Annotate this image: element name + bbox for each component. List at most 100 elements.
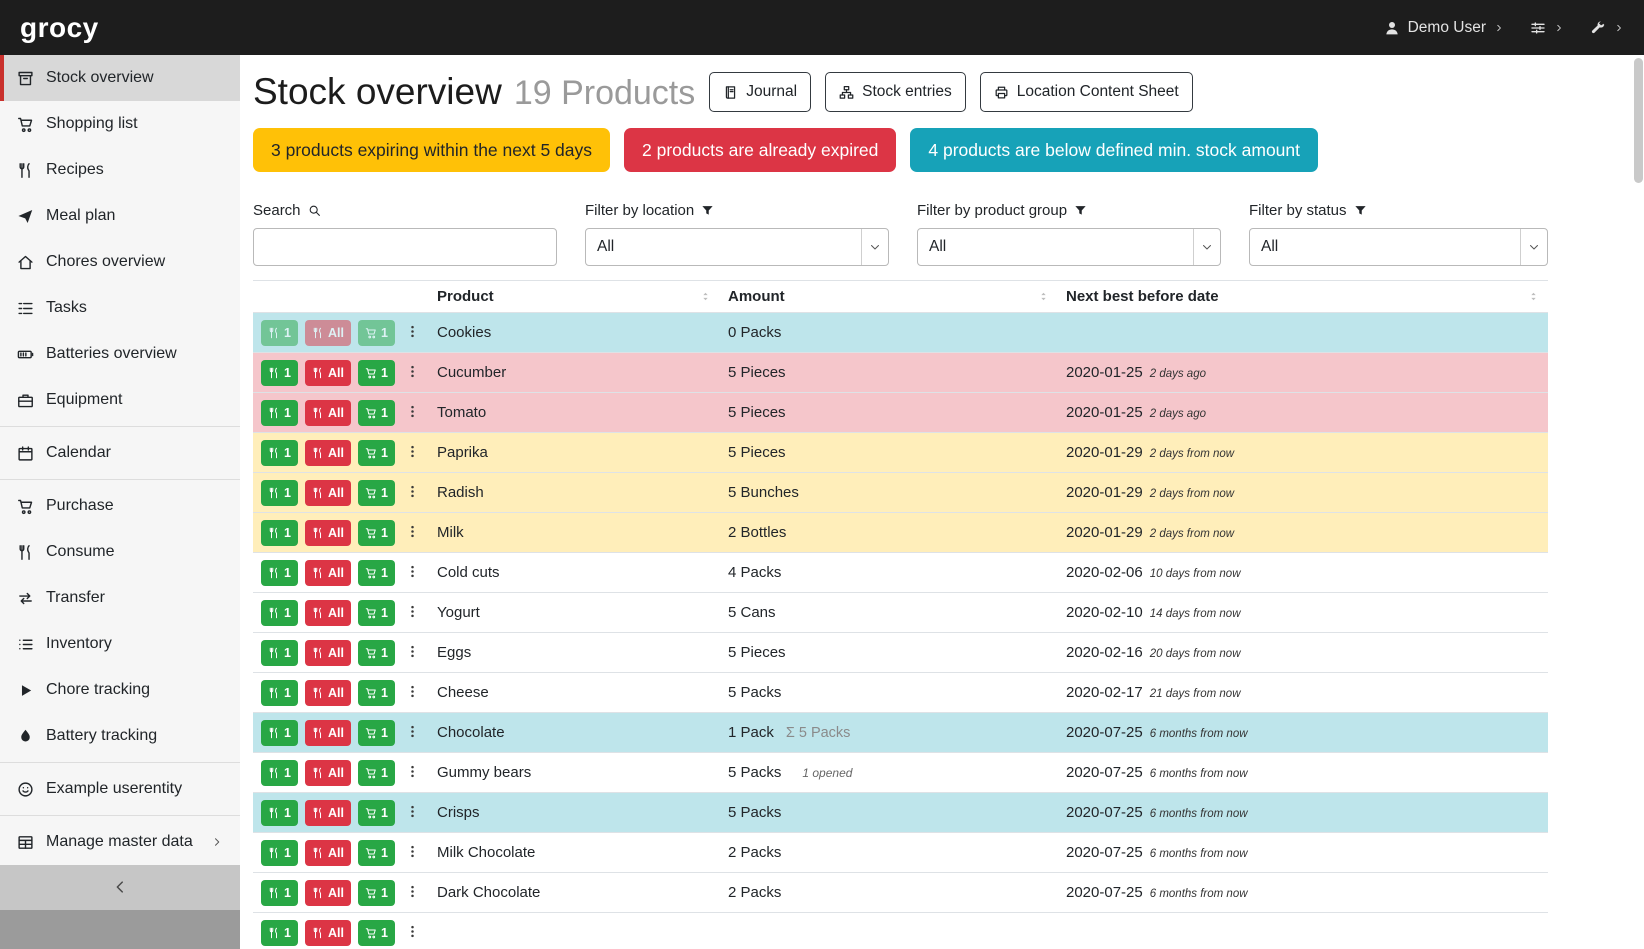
add-to-shopping-list-button[interactable]: 1 [358,640,395,666]
consume-one-button[interactable]: 1 [261,400,298,426]
sidebar-item-transfer[interactable]: Transfer [0,575,240,621]
consume-all-button[interactable]: All [305,400,351,426]
location-filter-select[interactable]: All [585,228,889,266]
consume-all-button[interactable]: All [305,600,351,626]
sidebar-item-chore-tracking[interactable]: Chore tracking [0,667,240,713]
sort-icon[interactable] [1037,290,1050,303]
scrollbar-thumb[interactable] [1634,58,1643,183]
sidebar-collapse-button[interactable] [0,865,240,910]
consume-all-button[interactable]: All [305,520,351,546]
add-to-shopping-list-button[interactable]: 1 [358,880,395,906]
consume-one-button[interactable]: 1 [261,320,298,346]
sidebar-item-batteries-overview[interactable]: Batteries overview [0,331,240,377]
next-best-before-date-column-header[interactable]: Next best before date [1058,281,1548,313]
consume-all-button[interactable]: All [305,880,351,906]
consume-all-button[interactable]: All [305,760,351,786]
row-menu-button[interactable] [402,640,423,666]
consume-one-button[interactable]: 1 [261,640,298,666]
sidebar-item-recipes[interactable]: Recipes [0,147,240,193]
expired-products-banner[interactable]: 2 products are already expired [624,128,896,172]
sort-icon[interactable] [699,290,712,303]
add-to-shopping-list-button[interactable]: 1 [358,680,395,706]
sidebar-item-consume[interactable]: Consume [0,529,240,575]
row-menu-button[interactable] [402,400,423,426]
row-menu-button[interactable] [402,680,423,706]
sidebar-item-meal-plan[interactable]: Meal plan [0,193,240,239]
consume-all-button[interactable]: All [305,920,351,946]
row-menu-button[interactable] [402,880,423,906]
product-column-header[interactable]: Product [429,281,720,313]
row-menu-button[interactable] [402,800,423,826]
consume-one-button[interactable]: 1 [261,920,298,946]
row-menu-button[interactable] [402,360,423,386]
search-input[interactable] [253,228,557,266]
row-menu-button[interactable] [402,840,423,866]
row-menu-button[interactable] [402,440,423,466]
location-content-sheet-button[interactable]: Location Content Sheet [980,72,1193,112]
consume-all-button[interactable]: All [305,480,351,506]
consume-all-button[interactable]: All [305,840,351,866]
sidebar-item-battery-tracking[interactable]: Battery tracking [0,713,240,759]
sidebar-item-inventory[interactable]: Inventory [0,621,240,667]
sidebar-item-shopping-list[interactable]: Shopping list [0,101,240,147]
row-menu-button[interactable] [402,560,423,586]
sidebar-item-calendar[interactable]: Calendar [0,430,240,476]
row-menu-button[interactable] [402,760,423,786]
sidebar-item-equipment[interactable]: Equipment [0,377,240,423]
consume-all-button[interactable]: All [305,440,351,466]
expiring-products-banner[interactable]: 3 products expiring within the next 5 da… [253,128,610,172]
row-menu-button[interactable] [402,520,423,546]
consume-all-button[interactable]: All [305,800,351,826]
consume-all-button[interactable]: All [305,680,351,706]
add-to-shopping-list-button[interactable]: 1 [358,920,395,946]
add-to-shopping-list-button[interactable]: 1 [358,840,395,866]
add-to-shopping-list-button[interactable]: 1 [358,320,395,346]
add-to-shopping-list-button[interactable]: 1 [358,600,395,626]
consume-all-button[interactable]: All [305,720,351,746]
consume-all-button[interactable]: All [305,360,351,386]
consume-one-button[interactable]: 1 [261,880,298,906]
consume-one-button[interactable]: 1 [261,560,298,586]
below-min-stock-banner[interactable]: 4 products are below defined min. stock … [910,128,1318,172]
sidebar-item-manage-master-data[interactable]: Manage master data [0,819,240,865]
consume-one-button[interactable]: 1 [261,840,298,866]
consume-one-button[interactable]: 1 [261,440,298,466]
consume-one-button[interactable]: 1 [261,600,298,626]
sidebar-item-stock-overview[interactable]: Stock overview [0,55,240,101]
add-to-shopping-list-button[interactable]: 1 [358,400,395,426]
settings-menu[interactable] [1530,20,1564,36]
add-to-shopping-list-button[interactable]: 1 [358,560,395,586]
row-menu-button[interactable] [402,320,423,346]
sidebar-item-chores-overview[interactable]: Chores overview [0,239,240,285]
add-to-shopping-list-button[interactable]: 1 [358,440,395,466]
sidebar-item-example-userentity[interactable]: Example userentity [0,766,240,812]
scrollbar[interactable] [1634,58,1643,946]
consume-one-button[interactable]: 1 [261,760,298,786]
product-group-filter-select[interactable]: All [917,228,1221,266]
amount-column-header[interactable]: Amount [720,281,1058,313]
add-to-shopping-list-button[interactable]: 1 [358,360,395,386]
status-filter-select[interactable]: All [1249,228,1548,266]
sort-icon[interactable] [1527,290,1540,303]
add-to-shopping-list-button[interactable]: 1 [358,760,395,786]
consume-one-button[interactable]: 1 [261,800,298,826]
add-to-shopping-list-button[interactable]: 1 [358,720,395,746]
consume-one-button[interactable]: 1 [261,520,298,546]
consume-one-button[interactable]: 1 [261,480,298,506]
row-menu-button[interactable] [402,920,423,946]
add-to-shopping-list-button[interactable]: 1 [358,480,395,506]
admin-menu[interactable] [1590,20,1624,36]
add-to-shopping-list-button[interactable]: 1 [358,800,395,826]
row-menu-button[interactable] [402,720,423,746]
user-menu[interactable]: Demo User [1384,19,1504,37]
row-menu-button[interactable] [402,600,423,626]
stock-entries-button[interactable]: Stock entries [825,72,966,112]
consume-one-button[interactable]: 1 [261,680,298,706]
consume-all-button[interactable]: All [305,640,351,666]
add-to-shopping-list-button[interactable]: 1 [358,520,395,546]
consume-one-button[interactable]: 1 [261,360,298,386]
consume-all-button[interactable]: All [305,560,351,586]
row-menu-button[interactable] [402,480,423,506]
journal-button[interactable]: Journal [709,72,811,112]
consume-one-button[interactable]: 1 [261,720,298,746]
